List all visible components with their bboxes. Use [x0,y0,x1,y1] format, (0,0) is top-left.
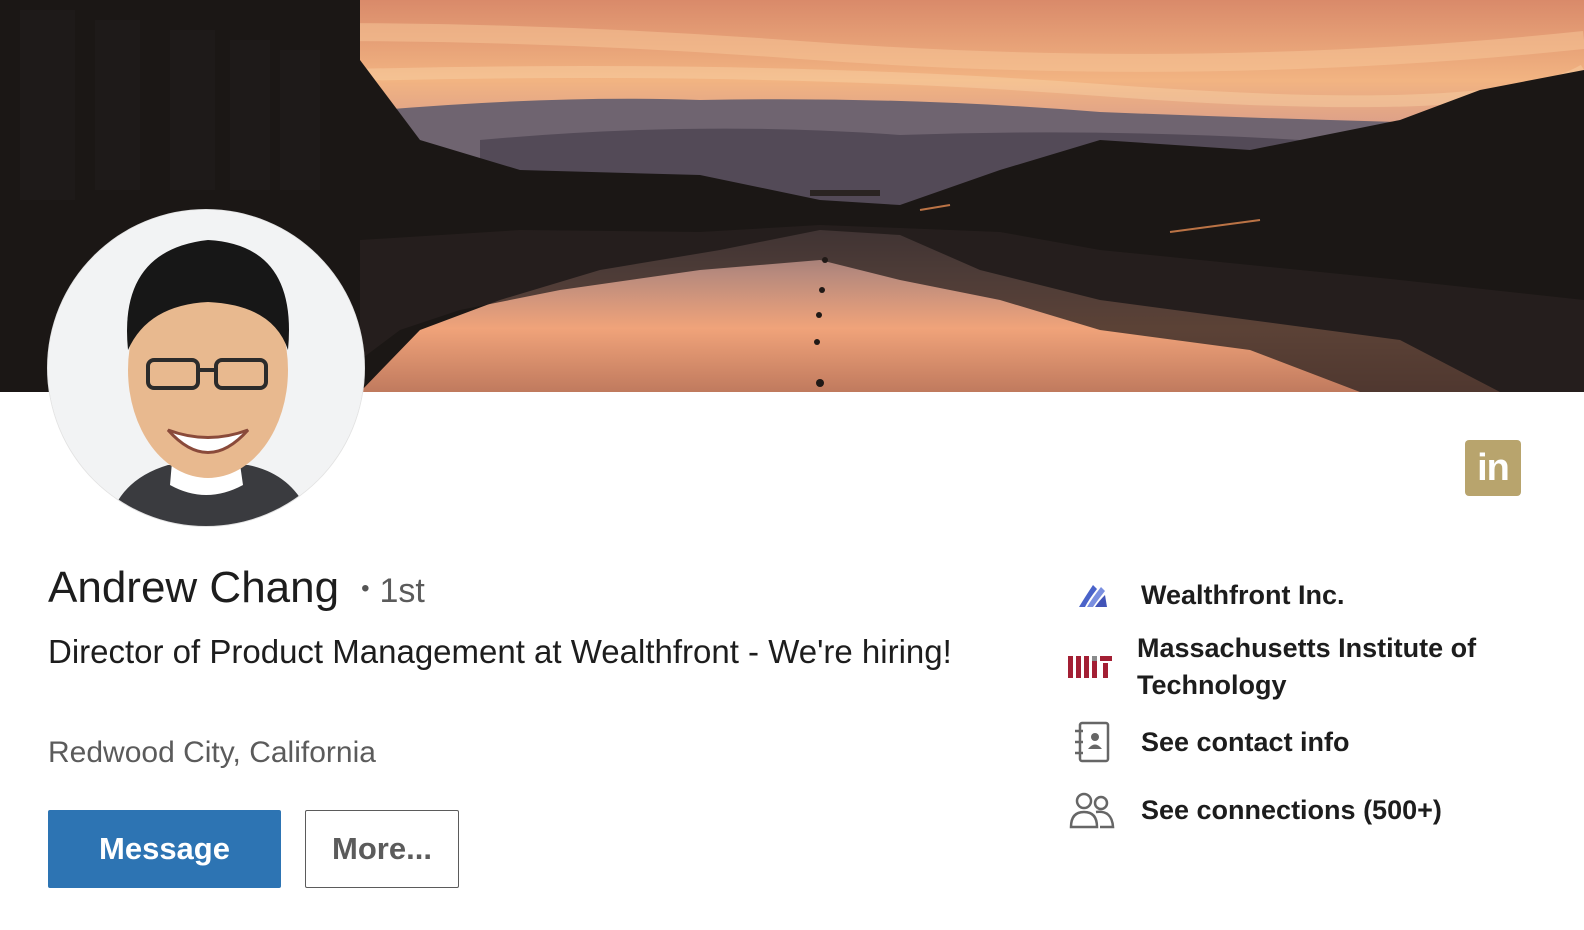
avatar[interactable] [48,210,364,526]
profile-name: Andrew Chang [48,563,340,612]
message-button[interactable]: Message [48,810,281,888]
connections-icon [1066,786,1118,834]
company-name: Wealthfront Inc. [1141,579,1345,610]
contact-info-label: See contact info [1141,726,1350,757]
name-row: Andrew Chang • 1st [48,563,425,613]
connection-degree-badge: 1st [379,572,425,610]
connections-label: See connections (500+) [1141,794,1442,825]
school-name: Massachusetts Institute of Technology [1137,633,1477,700]
profile-location: Redwood City, California [48,736,376,769]
profile-photo [48,210,364,526]
linkedin-icon: in [1465,440,1521,496]
contact-book-icon [1066,718,1118,766]
contact-info-link[interactable]: See contact info [1066,718,1546,766]
current-company-item[interactable]: Wealthfront Inc. [1066,571,1546,619]
degree-separator: • [361,575,370,602]
connections-link[interactable]: See connections (500+) [1066,786,1546,834]
school-item[interactable]: Massachusetts Institute of Technology [1066,630,1546,704]
mit-logo-icon [1066,643,1114,691]
wealthfront-logo-icon [1066,571,1118,619]
profile-headline: Director of Product Management at Wealth… [48,633,952,670]
more-button[interactable]: More... [305,810,459,888]
